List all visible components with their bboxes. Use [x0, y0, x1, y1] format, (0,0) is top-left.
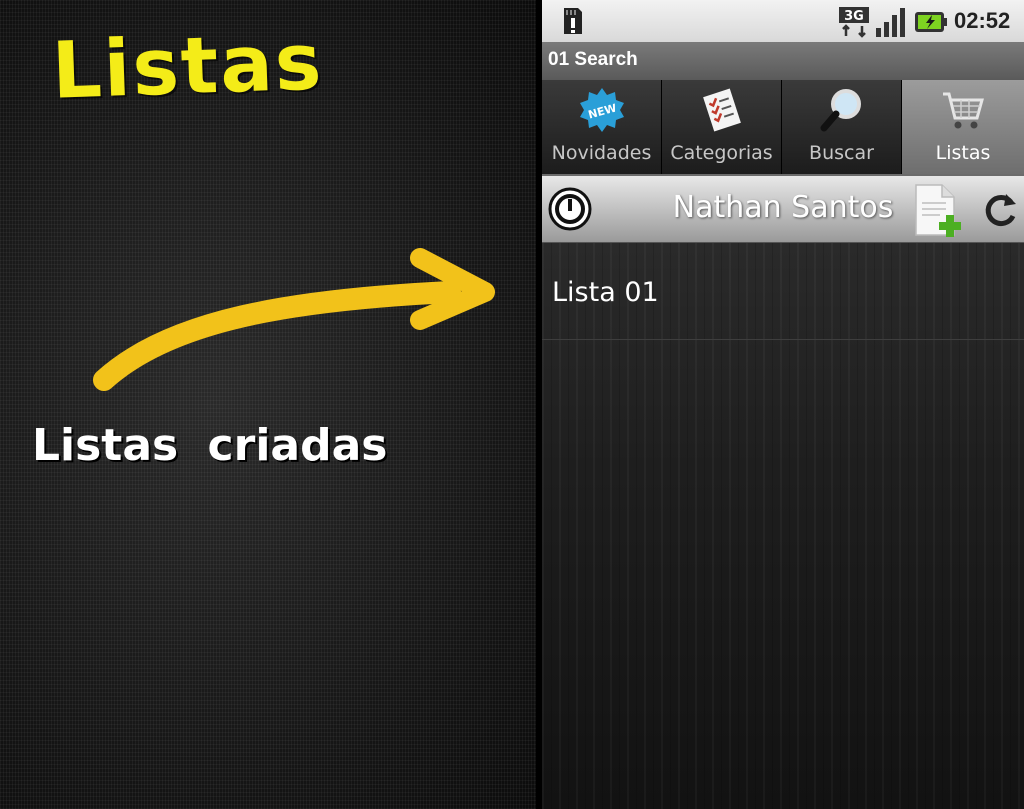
signal-icon: [876, 8, 905, 37]
tab-categorias[interactable]: Categorias: [662, 80, 782, 174]
tab-buscar[interactable]: Buscar: [782, 80, 902, 174]
svg-text:3G: 3G: [844, 9, 864, 24]
battery-charging-icon: [915, 12, 947, 32]
promo-caption: Listas criadas: [32, 420, 388, 471]
list-item-label: Lista 01: [552, 277, 659, 308]
tab-label: Categorias: [670, 142, 773, 164]
list-item[interactable]: Lista 01: [542, 243, 1024, 340]
refresh-icon[interactable]: [980, 190, 1020, 230]
checklist-icon: [702, 88, 741, 132]
promo-title: Listas: [50, 17, 325, 117]
tab-label: Novidades: [551, 142, 652, 164]
user-bar: Nathan Santos: [542, 176, 1024, 243]
tab-bar: NEW Novidades Categorias Buscar Listas: [542, 80, 1024, 176]
status-time: 02:52: [954, 8, 1011, 33]
add-list-icon[interactable]: [910, 181, 968, 239]
app-title: 01 Search: [548, 49, 638, 70]
tab-label: Buscar: [809, 142, 874, 164]
app-title-bar: 01 Search: [542, 42, 1024, 81]
tab-listas[interactable]: Listas: [902, 80, 1024, 174]
promo-panel: Listas Listas criadas: [0, 0, 536, 809]
status-bar: 3G 02:52: [542, 0, 1024, 43]
tab-novidades[interactable]: NEW Novidades: [542, 80, 662, 174]
sd-card-warning-icon: [564, 8, 582, 34]
magnifier-icon: [820, 89, 861, 132]
phone-screen: 3G 02:52 01 Search NEW Novidades Categor…: [542, 0, 1024, 809]
3g-data-icon: 3G: [839, 7, 869, 38]
arrow-right-icon: [93, 248, 495, 391]
lists-container: Lista 01: [542, 243, 1024, 809]
shopping-cart-icon: [943, 92, 984, 129]
new-badge-icon: NEW: [579, 88, 624, 132]
tab-label: Listas: [935, 142, 991, 164]
